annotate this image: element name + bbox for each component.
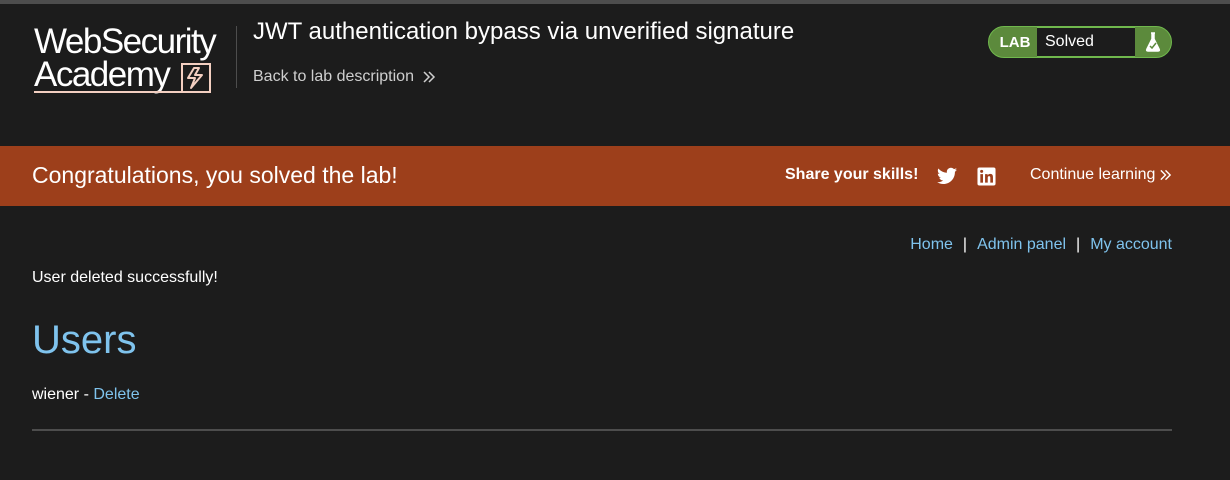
nav-separator: |: [1076, 236, 1081, 253]
web-security-academy-logo[interactable]: WebSecurity Academy: [34, 24, 234, 96]
double-chevron-right-icon: [1160, 169, 1172, 181]
lightning-bolt-icon: [181, 63, 211, 93]
status-message: User deleted successfully!: [32, 269, 218, 286]
nav-admin-panel-link[interactable]: Admin panel: [977, 236, 1066, 254]
twitter-icon[interactable]: [937, 167, 957, 185]
lab-status-icon-wrap: [1135, 27, 1171, 57]
double-chevron-right-icon: [423, 71, 436, 83]
user-separator: -: [79, 386, 94, 403]
divider: [32, 429, 1172, 431]
header-divider: [236, 26, 237, 88]
nav-home-link[interactable]: Home: [910, 236, 953, 254]
list-item: wiener - Delete: [32, 386, 140, 404]
lab-status-label: LAB: [989, 27, 1037, 57]
lab-status-value: Solved: [1037, 27, 1135, 57]
page-header: WebSecurity Academy JWT authentication b…: [0, 4, 1230, 146]
lab-title: JWT authentication bypass via unverified…: [253, 18, 795, 45]
page-title: Users: [32, 318, 137, 362]
share-skills-label: Share your skills!: [785, 166, 919, 183]
back-to-lab-description-link[interactable]: Back to lab description: [253, 68, 436, 86]
continue-learning-link[interactable]: Continue learning: [1030, 166, 1172, 184]
nav-separator: |: [962, 236, 968, 253]
flask-icon: [1145, 32, 1161, 52]
logo-text-line2: Academy: [34, 55, 171, 94]
lab-solved-banner: Congratulations, you solved the lab! Sha…: [0, 146, 1230, 206]
linkedin-icon[interactable]: [977, 167, 996, 186]
continue-learning-label: Continue learning: [1030, 166, 1156, 183]
back-link-label: Back to lab description: [253, 68, 414, 85]
top-nav: Home | Admin panel | My account: [910, 236, 1172, 254]
logo-underline: [34, 91, 184, 93]
nav-my-account-link[interactable]: My account: [1090, 236, 1172, 254]
banner-title: Congratulations, you solved the lab!: [32, 162, 398, 188]
lab-status-widget: LAB Solved: [988, 26, 1172, 58]
user-name: wiener: [32, 386, 80, 403]
delete-user-link[interactable]: Delete: [93, 386, 139, 403]
